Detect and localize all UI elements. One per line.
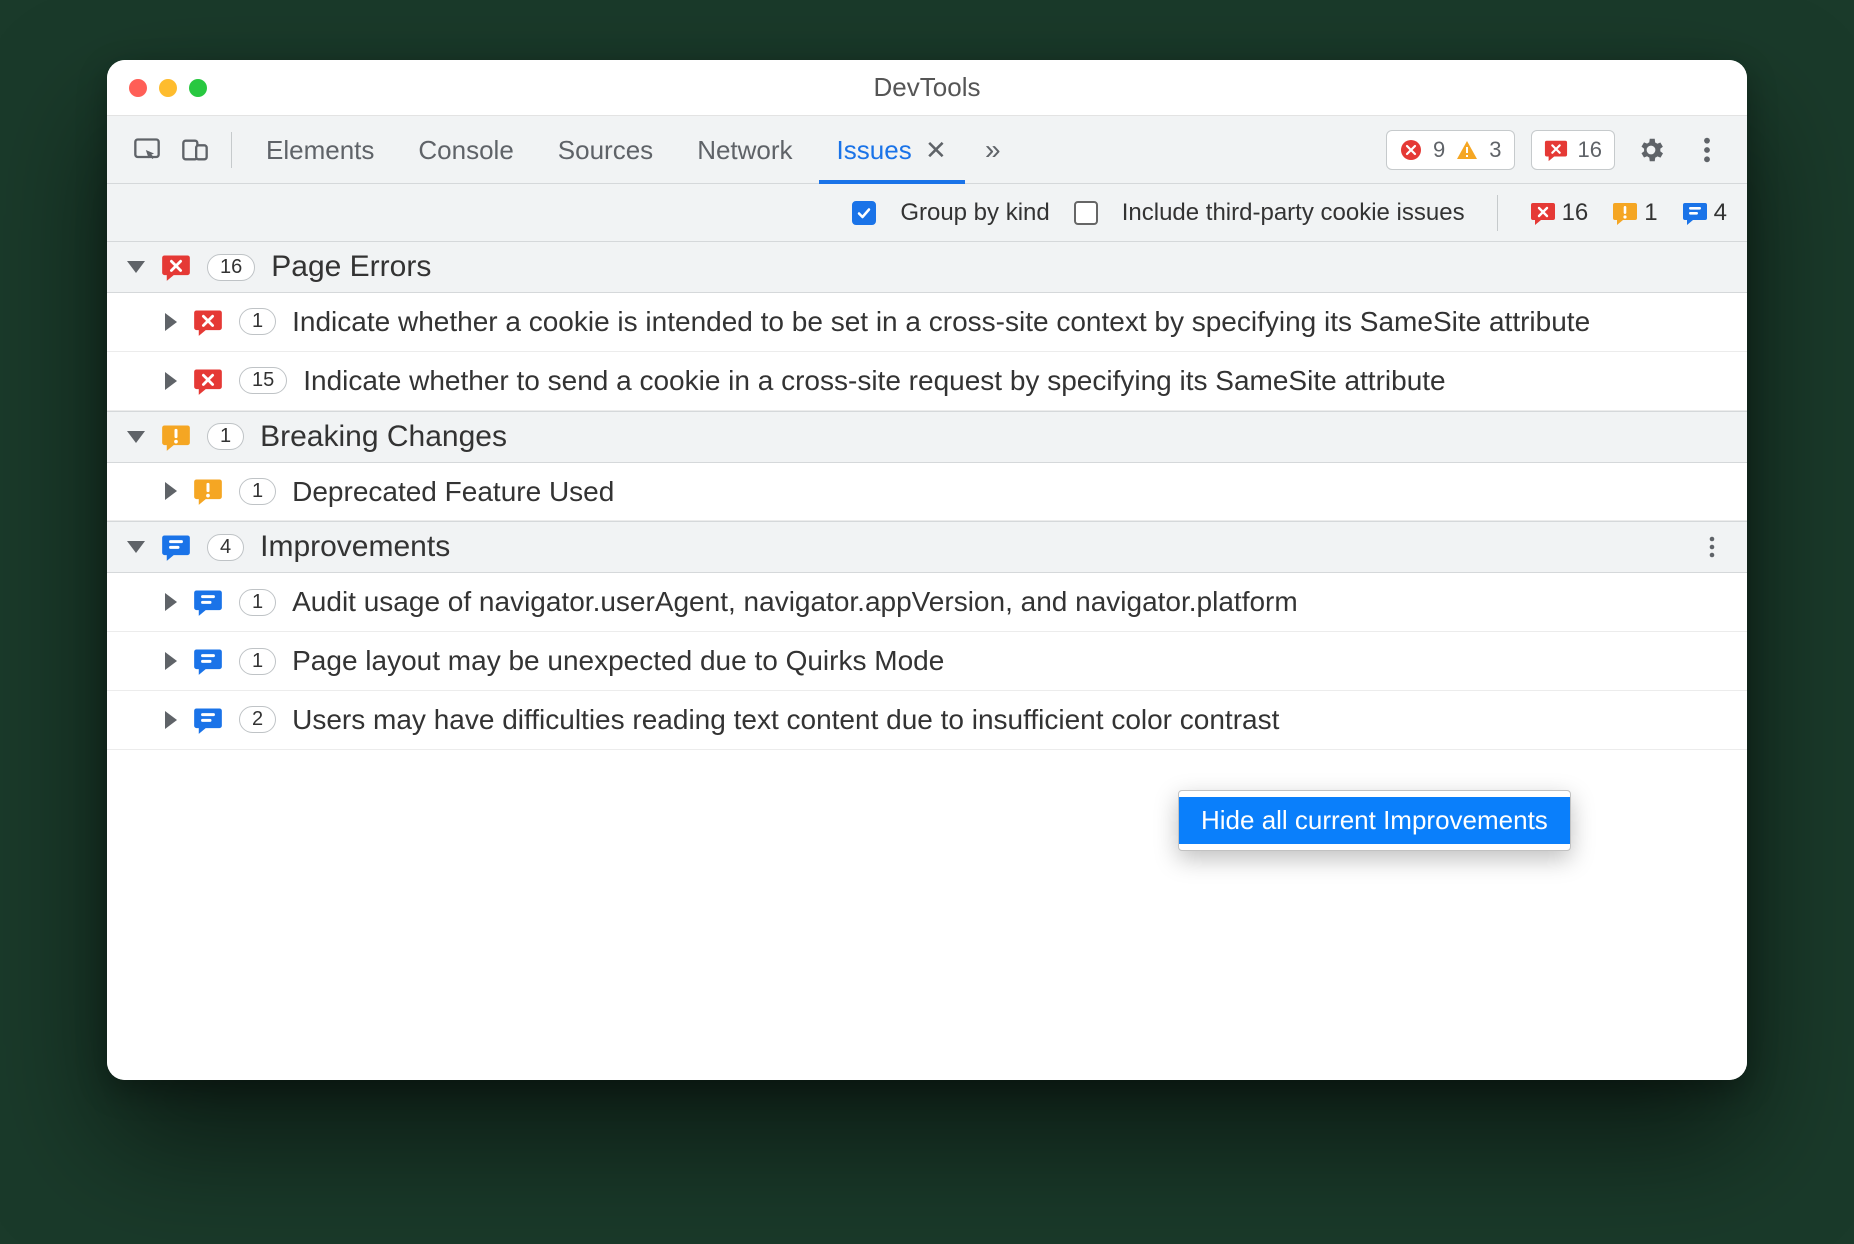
group-count: 4 [207,534,244,561]
group-label: Improvements [260,530,450,564]
group-count: 16 [207,254,255,281]
tab-network[interactable]: Network [679,116,810,184]
window-title: DevTools [107,72,1747,103]
devtools-window: DevTools Elements Console Sources Networ… [107,60,1747,1080]
info-icon [161,532,191,562]
tab-sources[interactable]: Sources [540,116,671,184]
issue-count: 1 [239,589,276,616]
issues-summary-pill[interactable]: 16 [1531,130,1615,170]
issue-text: Indicate whether to send a cookie in a c… [303,362,1727,400]
tab-issues[interactable]: Issues ✕ [819,116,965,184]
issue-row[interactable]: 1 Audit usage of navigator.userAgent, nav… [107,573,1747,632]
issues-list: 16 Page Errors 1 Indicate whether a cookie … [107,242,1747,1080]
issue-row[interactable]: 15 Indicate whether to send a cookie in a… [107,352,1747,411]
issue-row[interactable]: 2 Users may have difficulties reading tex… [107,691,1747,750]
group-by-kind-checkbox[interactable] [852,201,876,225]
filter-info-count[interactable]: 4 [1682,199,1727,227]
issue-count: 15 [239,367,287,394]
hide-improvements-menu-item[interactable]: Hide all current Improvements [1179,797,1570,844]
separator [231,132,232,168]
issue-count: 1 [239,478,276,505]
info-icon [193,646,223,676]
warning-icon [161,422,191,452]
disclosure-right-icon [165,711,177,729]
info-icon [193,705,223,735]
issue-text: Users may have difficulties reading text… [292,701,1727,739]
error-icon [193,307,223,337]
inspect-element-icon[interactable] [127,130,167,170]
issue-count: 1 [239,648,276,675]
error-icon [161,252,191,282]
disclosure-down-icon [127,261,145,273]
titlebar: DevTools [107,60,1747,116]
traffic-lights [129,79,207,97]
tab-label: Issues [837,135,912,165]
group-label: Breaking Changes [260,420,507,454]
disclosure-right-icon [165,593,177,611]
issue-text: Page layout may be unexpected due to Qui… [292,642,1727,680]
settings-icon[interactable] [1631,130,1671,170]
issue-count: 1 [239,308,276,335]
error-count: 9 [1433,137,1445,163]
info-icon [193,587,223,617]
issue-row[interactable]: 1 Indicate whether a cookie is intended t… [107,293,1747,352]
issues-filterbar: Group by kind Include third-party cookie… [107,184,1747,242]
disclosure-down-icon [127,541,145,553]
issue-text: Deprecated Feature Used [292,473,1727,511]
filter-error-count[interactable]: 16 [1530,199,1589,227]
tab-console[interactable]: Console [400,116,531,184]
disclosure-right-icon [165,372,177,390]
group-by-kind-label: Group by kind [900,199,1049,227]
tab-close-icon[interactable]: ✕ [925,135,947,165]
filter-warning-count[interactable]: 1 [1612,199,1657,227]
more-icon[interactable] [1687,130,1727,170]
error-icon [193,366,223,396]
disclosure-down-icon [127,431,145,443]
zoom-window-button[interactable] [189,79,207,97]
group-header-error[interactable]: 16 Page Errors [107,242,1747,293]
third-party-cookie-label: Include third-party cookie issues [1122,199,1465,227]
group-count: 1 [207,423,244,450]
issue-text: Indicate whether a cookie is intended to… [292,303,1727,341]
separator [1497,195,1498,231]
tabbar: Elements Console Sources Network Issues … [107,116,1747,184]
warning-icon [193,476,223,506]
group-header-warning[interactable]: 1 Breaking Changes [107,411,1747,463]
issue-row[interactable]: 1 Page layout may be unexpected due to Qu… [107,632,1747,691]
disclosure-right-icon [165,482,177,500]
minimize-window-button[interactable] [159,79,177,97]
issue-row[interactable]: 1 Deprecated Feature Used [107,463,1747,522]
context-menu: Hide all current Improvements [1178,790,1571,851]
group-more-icon[interactable] [1697,532,1727,562]
device-toggle-icon[interactable] [175,130,215,170]
third-party-cookie-checkbox[interactable] [1074,201,1098,225]
group-header-info[interactable]: 4 Improvements [107,521,1747,573]
more-tabs-icon[interactable]: » [973,130,1013,170]
disclosure-right-icon [165,313,177,331]
warning-count: 3 [1489,137,1501,163]
close-window-button[interactable] [129,79,147,97]
issue-count: 2 [239,706,276,733]
disclosure-right-icon [165,652,177,670]
error-warning-summary-pill[interactable]: 9 3 [1386,130,1515,170]
issues-count: 16 [1578,137,1602,163]
tab-elements[interactable]: Elements [248,116,392,184]
group-label: Page Errors [271,250,431,284]
issue-text: Audit usage of navigator.userAgent, navi… [292,583,1727,621]
